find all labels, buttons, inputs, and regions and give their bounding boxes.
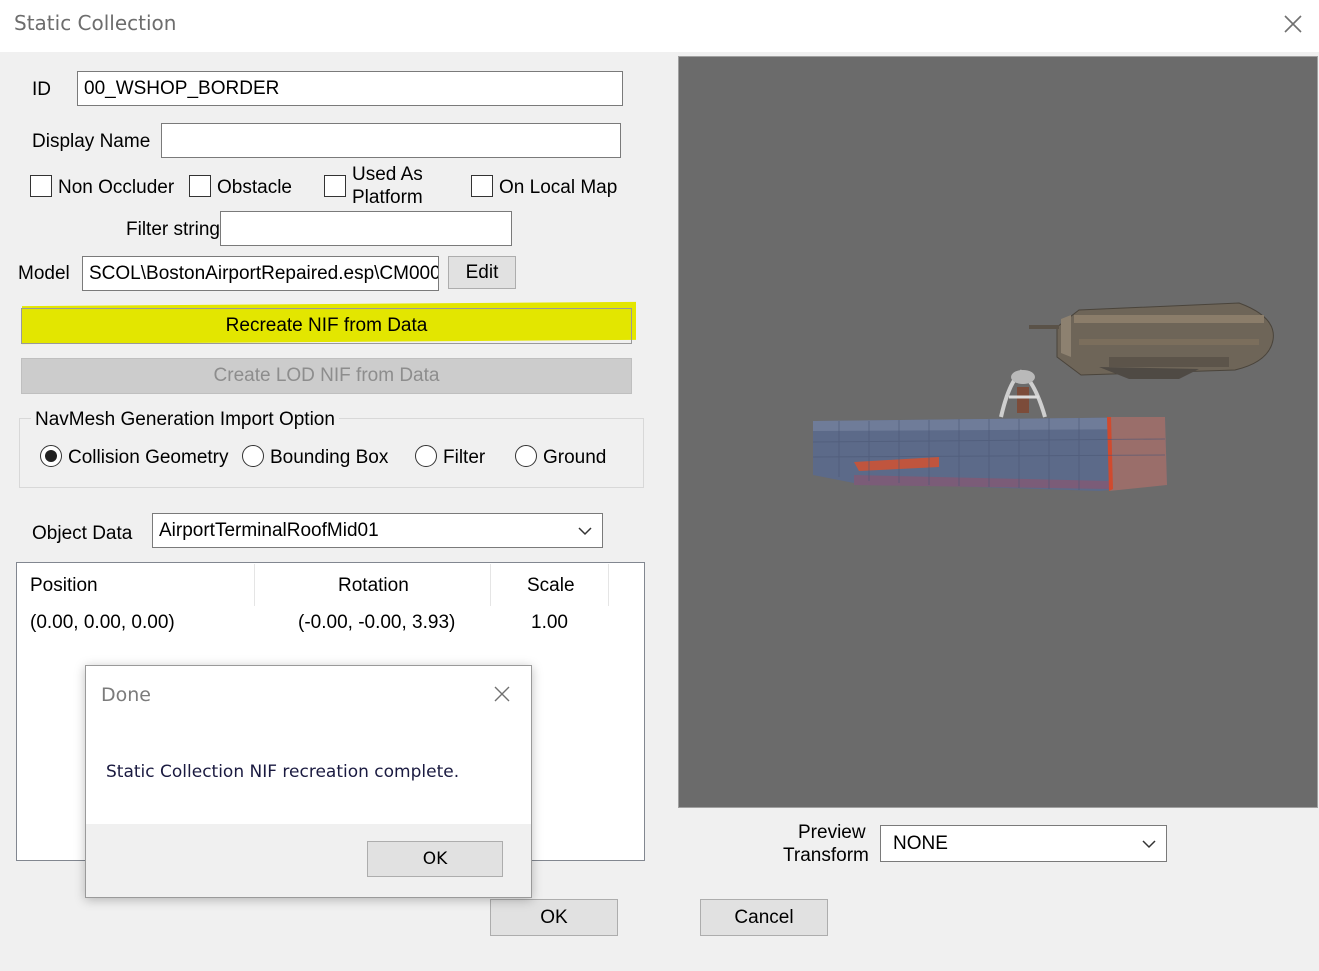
non-occluder-label: Non Occluder xyxy=(58,177,175,198)
dialog-close-icon[interactable] xyxy=(492,684,512,704)
id-label: ID xyxy=(32,79,51,100)
dialog-title: Done xyxy=(101,684,151,706)
radio-bounding-box[interactable] xyxy=(242,445,264,467)
used-as-platform-label-line2: Platform xyxy=(352,187,423,208)
cell-rotation: (-0.00, -0.00, 3.93) xyxy=(298,612,456,633)
column-header-position[interactable]: Position xyxy=(30,576,98,595)
id-input[interactable]: 00_WSHOP_BORDER xyxy=(77,71,623,106)
object-data-value: AirportTerminalRoofMid01 xyxy=(159,519,379,541)
radio-collision-geometry-label: Collision Geometry xyxy=(68,447,229,468)
dialog-ok-button[interactable]: OK xyxy=(367,841,503,877)
preview-render xyxy=(812,302,1274,491)
dialog-message: Static Collection NIF recreation complet… xyxy=(106,762,460,782)
id-input-value: 00_WSHOP_BORDER xyxy=(84,77,280,99)
on-local-map-checkbox[interactable] xyxy=(471,175,493,197)
obstacle-checkbox[interactable] xyxy=(189,175,211,197)
radio-collision-geometry[interactable] xyxy=(40,445,62,467)
obstacle-label: Obstacle xyxy=(217,177,292,198)
recreate-nif-button[interactable]: Recreate NIF from Data xyxy=(21,308,632,344)
model-label: Model xyxy=(18,263,70,284)
preview-transform-label-line2: Transform xyxy=(783,845,869,866)
edit-button[interactable]: Edit xyxy=(448,256,516,289)
header-separator xyxy=(254,564,255,606)
on-local-map-label: On Local Map xyxy=(499,177,618,198)
airship-model xyxy=(1029,302,1274,379)
header-separator xyxy=(608,564,609,606)
display-name-input[interactable] xyxy=(161,123,621,158)
object-data-label: Object Data xyxy=(32,523,133,544)
used-as-platform-label-line1: Used As xyxy=(352,164,423,185)
header-separator xyxy=(490,564,491,606)
model-input-value: SCOL\BostonAirportRepaired.esp\CM000 xyxy=(89,262,439,284)
create-lod-nif-button[interactable]: Create LOD NIF from Data xyxy=(21,358,632,394)
title-bar xyxy=(0,0,1319,52)
preview-transform-dropdown[interactable]: NONE xyxy=(880,825,1167,862)
object-data-dropdown[interactable]: AirportTerminalRoofMid01 xyxy=(152,513,603,548)
radio-bounding-box-label: Bounding Box xyxy=(270,447,389,468)
tower-model xyxy=(999,369,1047,418)
display-name-label: Display Name xyxy=(32,131,151,152)
navmesh-group-label: NavMesh Generation Import Option xyxy=(31,410,339,429)
model-preview[interactable] xyxy=(678,56,1318,808)
done-dialog: Done Static Collection NIF recreation co… xyxy=(85,665,532,898)
chevron-down-icon xyxy=(1142,839,1156,848)
model-input[interactable]: SCOL\BostonAirportRepaired.esp\CM000 xyxy=(82,256,439,291)
cell-position: (0.00, 0.00, 0.00) xyxy=(30,612,175,633)
terminal-roof-model xyxy=(812,417,1167,491)
close-icon[interactable] xyxy=(1281,12,1305,36)
radio-filter[interactable] xyxy=(415,445,437,467)
used-as-platform-checkbox[interactable] xyxy=(324,175,346,197)
non-occluder-checkbox[interactable] xyxy=(30,175,52,197)
cell-scale: 1.00 xyxy=(531,612,568,633)
radio-ground-label: Ground xyxy=(543,447,607,468)
chevron-down-icon xyxy=(578,526,592,535)
column-header-rotation[interactable]: Rotation xyxy=(338,576,409,595)
filter-string-label: Filter string xyxy=(126,219,220,240)
cancel-button[interactable]: Cancel xyxy=(700,899,828,936)
column-header-scale[interactable]: Scale xyxy=(527,576,575,595)
ok-button[interactable]: OK xyxy=(490,899,618,936)
preview-transform-value: NONE xyxy=(893,832,948,854)
radio-ground[interactable] xyxy=(515,445,537,467)
window-title: Static Collection xyxy=(14,11,177,35)
filter-string-input[interactable] xyxy=(220,211,512,246)
preview-transform-label-line1: Preview xyxy=(798,822,866,843)
radio-filter-label: Filter xyxy=(443,447,486,468)
